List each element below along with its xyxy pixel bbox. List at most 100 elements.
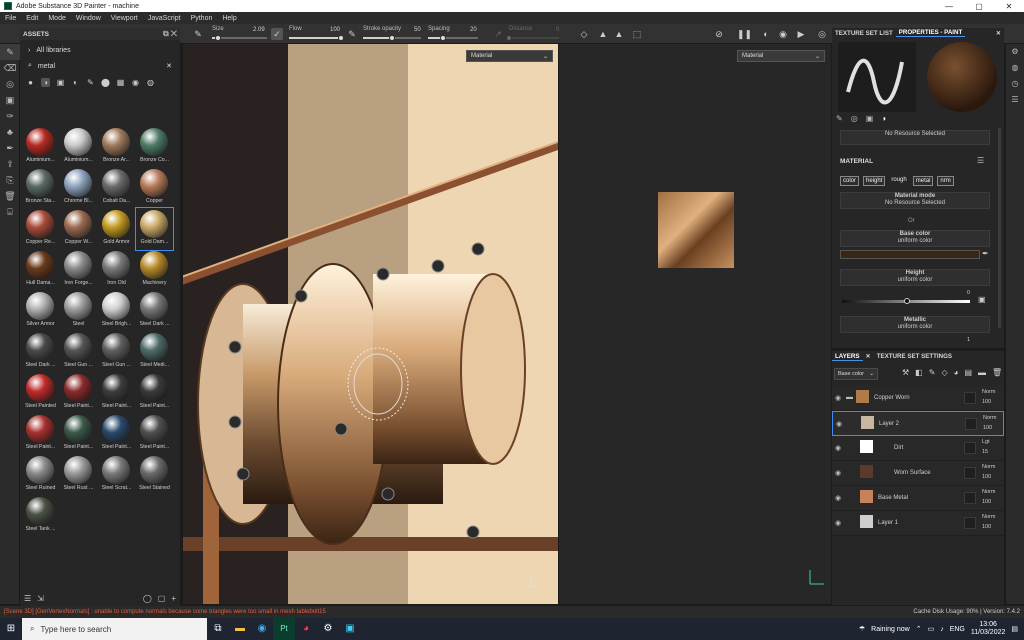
base-color-swatch[interactable] <box>840 250 980 259</box>
tab-properties-paint[interactable]: PROPERTIES - PAINT <box>895 29 966 37</box>
spacing-knob[interactable] <box>440 35 446 41</box>
channel-metal-toggle[interactable]: metal <box>912 176 934 186</box>
filter-masks-icon[interactable]: ▣ <box>56 78 65 87</box>
clear-search-icon[interactable]: ✕ <box>166 62 172 70</box>
projection-icon[interactable]: ⬚ <box>631 28 643 40</box>
asset-tile[interactable]: Gold Armor <box>98 208 135 250</box>
distance-value[interactable]: 0 <box>556 27 559 33</box>
asset-tile[interactable]: Steel Paint... <box>136 372 173 414</box>
volume-icon[interactable]: ♪ <box>940 626 944 633</box>
tab-texture-set-list[interactable]: TEXTURE SET LIST <box>832 30 896 37</box>
filter-shapes-icon[interactable]: ◉ <box>131 78 140 87</box>
filter-textures-icon[interactable]: ⬤ <box>101 78 110 87</box>
channel-color-toggle[interactable]: color <box>840 176 860 186</box>
size-knob[interactable] <box>214 35 221 41</box>
asset-tile[interactable]: Steel Painted <box>22 372 59 414</box>
task-view-icon[interactable]: ⧉ <box>207 618 229 640</box>
mixer-icon[interactable]: ▣ <box>339 618 361 640</box>
visibility-eye-icon[interactable]: ◉ <box>835 394 841 402</box>
blend-mode[interactable]: Norm <box>982 464 995 470</box>
viewport-2d-mode-dropdown[interactable]: Material ⌄ <box>737 50 825 62</box>
eyedropper-icon[interactable]: ✒ <box>982 249 989 258</box>
maximize-button[interactable]: ▢ <box>964 2 994 11</box>
height-slider-knob[interactable] <box>904 298 910 304</box>
blend-mode[interactable]: Norm <box>982 514 995 520</box>
clone-icon[interactable]: ♣ <box>0 124 20 140</box>
folder-icon[interactable]: ▬ <box>978 368 986 377</box>
filter-smart-materials-icon[interactable]: ◑ <box>41 77 50 87</box>
layer-name[interactable]: Base Metal <box>878 495 908 501</box>
add-group-icon[interactable]: ▤ <box>964 368 972 377</box>
filter-materials-icon[interactable]: ● <box>26 78 35 87</box>
refresh-icon[interactable]: ◯ <box>143 594 152 603</box>
screenshot-icon[interactable]: ◎ <box>816 28 828 40</box>
notifications-icon[interactable]: ▤ <box>1011 625 1018 633</box>
asset-tile[interactable]: Copper <box>136 167 173 209</box>
file-explorer-icon[interactable]: ▬ <box>229 618 251 640</box>
material-tab-icon[interactable]: ◑ <box>881 114 886 123</box>
filter-filters-icon[interactable]: ◐ <box>71 78 80 87</box>
asset-tile[interactable]: Steel Scrat... <box>98 454 135 496</box>
smart-material-icon[interactable]: ◕ <box>954 368 959 377</box>
flow-slider[interactable] <box>289 35 344 41</box>
library-selector[interactable]: › All libraries <box>20 43 180 57</box>
filter-grid-icon[interactable]: ▦ <box>116 78 125 87</box>
layer-name[interactable]: Copper Worn <box>874 395 910 401</box>
asset-tile[interactable]: Iron Forge... <box>60 249 97 291</box>
layer-opacity[interactable]: 100 <box>982 499 991 505</box>
list-view-icon[interactable]: ☰ <box>24 594 31 603</box>
visibility-eye-icon[interactable]: ◉ <box>835 494 841 502</box>
shape-icon[interactable]: ◉ <box>777 28 789 40</box>
history-icon[interactable]: ◷ <box>1006 76 1024 92</box>
asset-tile[interactable]: Machinery <box>136 249 173 291</box>
asset-tile[interactable]: Bronze Co... <box>136 126 173 168</box>
search-query[interactable]: metal <box>38 63 55 70</box>
tab-texture-set-settings[interactable]: TEXTURE SET SETTINGS <box>874 353 955 360</box>
brush-tab-icon[interactable]: ✎ <box>836 114 843 123</box>
asset-tile[interactable]: Steel Paint... <box>136 413 173 455</box>
channel-dropdown[interactable]: Base color ⌄ <box>834 368 878 380</box>
weather-text[interactable]: Raining now <box>871 626 910 633</box>
asset-tile[interactable]: Hull Dama... <box>22 249 59 291</box>
trash-icon[interactable]: 🗑 <box>0 188 20 204</box>
layer-row[interactable]: ◉ Layer 1 Norm 100 <box>832 511 1004 536</box>
layer-mask-slot[interactable] <box>965 418 977 430</box>
layer-row[interactable]: ◉ ▬ Copper Worn Norm 100 <box>832 386 1004 411</box>
layer-mask-slot[interactable] <box>964 442 976 454</box>
stroke-opacity-value[interactable]: 50 <box>414 27 421 33</box>
channel-rough-toggle[interactable]: rough <box>889 176 908 186</box>
asset-tile[interactable]: Chrome Bl... <box>60 167 97 209</box>
spacing-slider[interactable] <box>428 35 478 41</box>
layer-name[interactable]: Layer 1 <box>878 520 898 526</box>
bake-icon[interactable]: ⎘ <box>0 172 20 188</box>
asset-tile[interactable]: Steel Dark ... <box>136 290 173 332</box>
smudge-icon[interactable]: ✑ <box>0 108 20 124</box>
minimize-button[interactable]: — <box>934 2 964 11</box>
flow-value[interactable]: 100 <box>330 27 340 33</box>
uv-texture-preview[interactable] <box>658 192 734 268</box>
environment-icon[interactable]: ◍ <box>1006 60 1024 76</box>
menu-window[interactable]: Window <box>71 15 106 22</box>
layer-row[interactable]: ◉ Layer 2 Norm 100 <box>832 411 1004 436</box>
material-menu-icon[interactable]: ☰ <box>977 156 984 165</box>
layer-opacity[interactable]: 100 <box>982 524 991 530</box>
pause-icon[interactable]: ❚❚ <box>737 28 752 40</box>
asset-search[interactable]: ⌕ metal ✕ <box>24 59 176 73</box>
asset-tile[interactable]: Cobalt Da... <box>98 167 135 209</box>
color-picker-icon[interactable]: ✒ <box>0 140 20 156</box>
channel-nrm-toggle[interactable]: nrm <box>937 176 954 186</box>
visibility-eye-icon[interactable]: ◉ <box>836 420 842 428</box>
clock[interactable]: 13:06 11/03/2022 <box>971 621 1006 637</box>
add-mask-icon[interactable]: ◧ <box>915 368 923 377</box>
visibility-eye-icon[interactable]: ◉ <box>835 444 841 452</box>
layer-mask-slot[interactable] <box>964 492 976 504</box>
asset-tile[interactable]: Aluminium... <box>22 126 59 168</box>
export-icon[interactable]: ⇪ <box>0 156 20 172</box>
tray-expand-icon[interactable]: ⌃ <box>916 625 922 633</box>
asset-tile[interactable]: Steel Gun ... <box>98 331 135 373</box>
close-icon[interactable]: ✕ <box>993 30 1004 37</box>
asset-tile[interactable]: Aluminium... <box>60 126 97 168</box>
asset-tile[interactable]: Steel Rust ... <box>60 454 97 496</box>
windows-start-icon[interactable]: ⊞ <box>0 618 22 640</box>
asset-tile[interactable]: Steel Paint... <box>98 413 135 455</box>
